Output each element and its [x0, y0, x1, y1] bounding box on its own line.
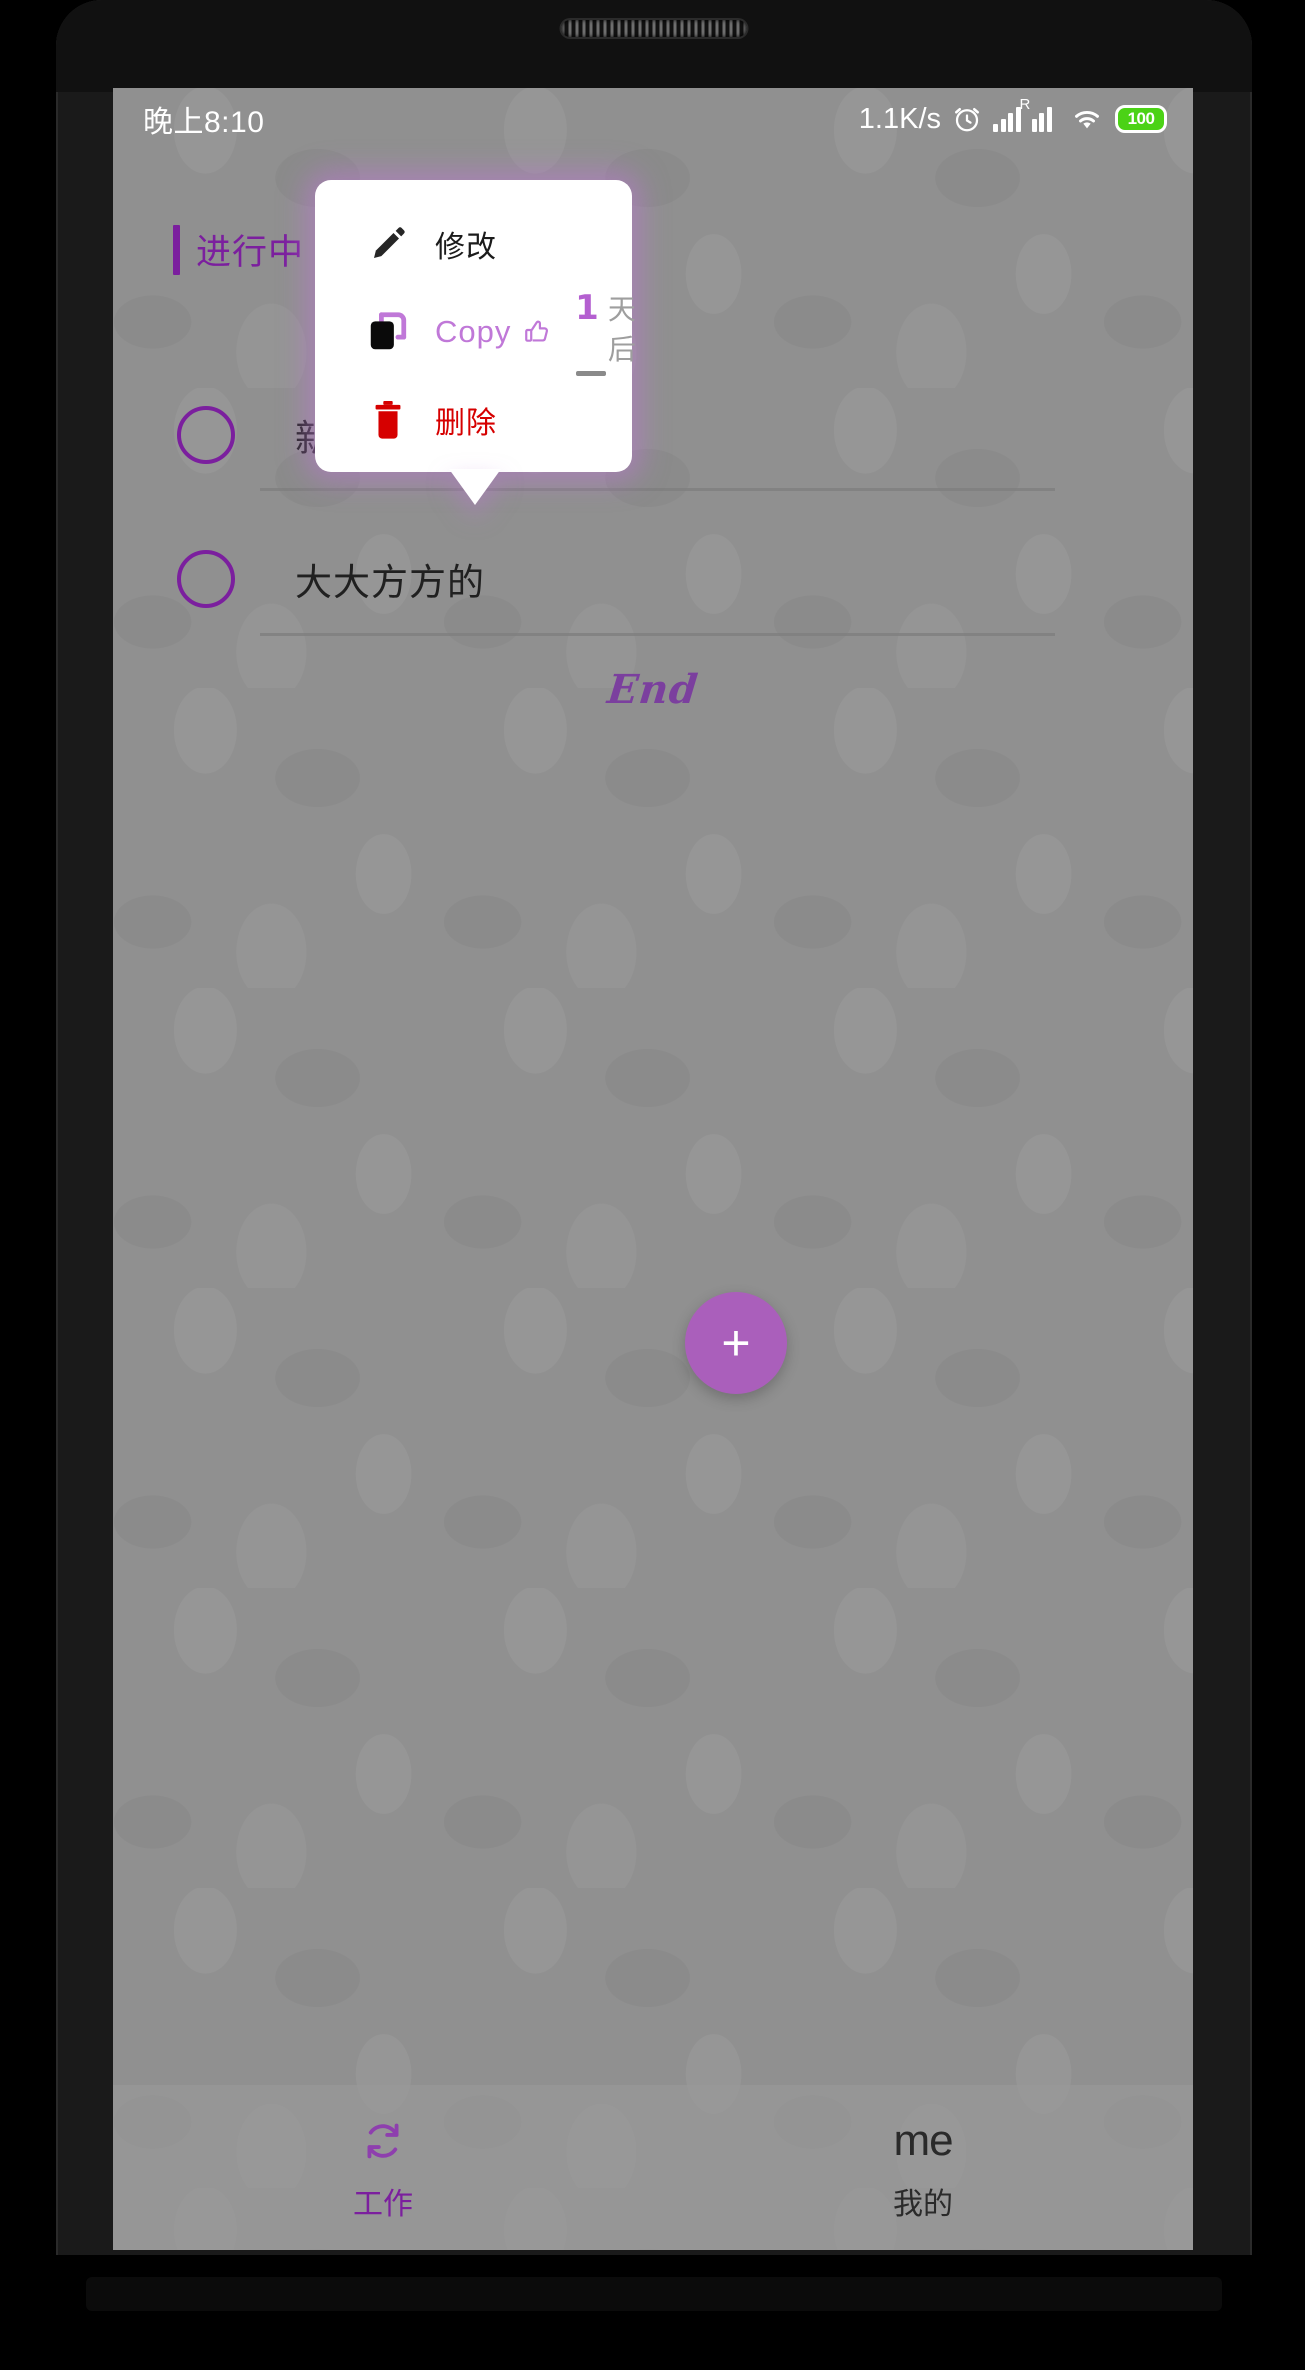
menu-item-delete-label: 删除 — [435, 407, 497, 440]
context-menu-popup: 修改 Copy 1 天后 删除 — [315, 180, 636, 472]
plus-icon: + — [721, 1315, 751, 1371]
task-divider — [260, 633, 1055, 636]
section-header: 进行中 — [173, 224, 304, 275]
bottom-navigation-bar: 工作 me 我的 — [113, 2085, 1193, 2250]
day-offset-stepper[interactable]: 1 天后 — [575, 288, 657, 376]
task-row[interactable]: 新的地 — [113, 406, 1193, 464]
trash-icon — [349, 399, 427, 441]
nav-item-work-label: 工作 — [353, 2187, 413, 2221]
signal-bars-icon — [993, 106, 1021, 132]
nav-item-work[interactable]: 工作 — [113, 2085, 653, 2250]
signal-roaming-icon: R — [1020, 97, 1060, 132]
add-task-fab[interactable]: + — [685, 1292, 787, 1394]
copy-extra-group: 1 天后 — [523, 288, 657, 376]
copy-icon — [349, 310, 427, 354]
pencil-icon — [349, 224, 427, 264]
menu-item-copy[interactable]: Copy 1 天后 — [315, 288, 636, 376]
task-title: 大大方方的 — [295, 562, 485, 603]
task-checkbox-icon[interactable] — [177, 550, 235, 608]
task-checkbox-icon[interactable] — [177, 406, 235, 464]
menu-item-copy-label: Copy — [435, 314, 512, 349]
nav-item-me[interactable]: me 我的 — [653, 2085, 1193, 2250]
list-end-marker: End — [605, 666, 701, 713]
wifi-icon — [1075, 111, 1099, 129]
context-menu-tail — [449, 469, 501, 505]
section-accent-bar — [173, 224, 180, 275]
bottom-bezel-strip — [86, 2277, 1222, 2311]
battery-icon: 100 — [1115, 105, 1167, 133]
day-offset-underline — [576, 371, 607, 376]
network-speed-text: 1.1K/s — [858, 102, 941, 135]
section-title: 进行中 — [196, 233, 305, 272]
day-offset-row: 1 天后 — [575, 288, 657, 368]
roaming-label: R — [1019, 96, 1031, 113]
task-row[interactable]: 大大方方的 — [113, 550, 1193, 608]
menu-item-delete[interactable]: 删除 — [315, 384, 632, 456]
day-offset-value: 1 — [575, 288, 599, 328]
task-divider — [260, 488, 1055, 491]
phone-bottom-bezel — [56, 2255, 1252, 2370]
screenshot-root: 晚上8:10 1.1K/s R 100 进行中 大大方方的 End 修改 Cop… — [0, 0, 1305, 2370]
phone-screen: 晚上8:10 1.1K/s R 100 进行中 大大方方的 End 修改 Cop… — [113, 88, 1193, 2250]
nav-item-me-label: 我的 — [893, 2187, 953, 2221]
day-offset-unit: 天后 — [607, 294, 636, 365]
menu-item-edit[interactable]: 修改 — [315, 208, 632, 280]
status-bar: 晚上8:10 1.1K/s R 100 — [113, 88, 1193, 150]
earpiece-speaker — [561, 20, 747, 37]
sync-refresh-icon — [367, 2123, 399, 2158]
menu-item-edit-label: 修改 — [435, 231, 497, 264]
battery-level-label: 100 — [1127, 109, 1155, 128]
status-icons: 1.1K/s R 100 — [858, 97, 1167, 136]
alarm-clock-icon — [955, 108, 979, 132]
thumbs-up-icon[interactable] — [523, 317, 551, 347]
phone-top-bezel — [56, 0, 1252, 92]
me-logo: me — [893, 2115, 953, 2165]
status-time: 晚上8:10 — [143, 106, 265, 139]
